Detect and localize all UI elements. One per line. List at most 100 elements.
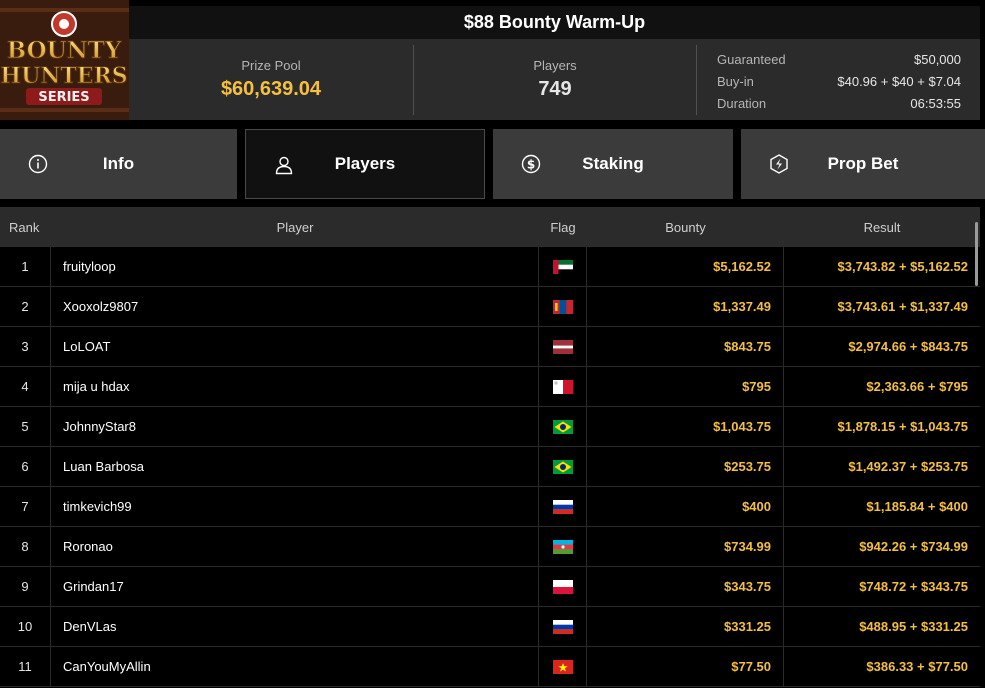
cell-player[interactable]: DenVLas [51,607,539,646]
detail-duration: Duration 06:53:55 [717,93,961,115]
cell-player[interactable]: JohnnyStar8 [51,407,539,446]
cell-bounty: $795 [587,367,784,406]
cell-player[interactable]: LoLOAT [51,327,539,366]
logo-line2: HUNTERS [0,63,127,89]
cell-player[interactable]: CanYouMyAllin [51,647,539,686]
tab-staking[interactable]: $ Staking [493,129,733,199]
header-rank[interactable]: Rank [0,207,51,247]
flag-icon [552,619,573,634]
cell-result: $2,974.66 + $843.75 [848,339,968,354]
cell-result: $1,185.84 + $400 [866,499,968,514]
header-player[interactable]: Player [51,207,539,247]
table-row[interactable]: 6 Luan Barbosa $253.75 $1,492.37 + $253.75 [0,447,980,487]
cell-flag [539,367,587,406]
cell-player[interactable]: fruityloop [51,247,539,286]
detail-key: Buy-in [717,74,754,89]
header-result[interactable]: Result [784,207,980,247]
detail-value: 06:53:55 [910,96,961,111]
user-icon [275,156,293,175]
table-row[interactable]: 2 Xooxolz9807 $1,337.49 $3,743.61 + $1,337.… [0,287,980,327]
table-row[interactable]: 7 timkevich99 $400 $1,185.84 + $400 [0,487,980,527]
tab-info[interactable]: Info [0,129,237,199]
players-table: Rank Player Flag Bounty Result 1 fruitylo… [0,207,980,687]
tournament-title: $88 Bounty Warm-Up [129,6,980,39]
cell-player[interactable]: mija u hdax [51,367,539,406]
cell-rank: 2 [0,287,51,326]
cell-result: $2,363.66 + $795 [866,379,968,394]
table-body: 1 fruityloop $5,162.52 $3,743.82 + $5,162.5… [0,247,980,687]
divider [696,45,697,115]
table-row[interactable]: 10 DenVLas $331.25 $488.95 + $331.25 [0,607,980,647]
table-row[interactable]: 11 CanYouMyAllin $77.50 $386.33 + $77.50 [0,647,980,687]
cell-player[interactable]: Xooxolz9807 [51,287,539,326]
prop-bet-icon [770,154,788,174]
header-bounty[interactable]: Bounty [587,207,784,247]
prize-pool-label: Prize Pool [241,58,301,73]
tournament-stats: Prize Pool $60,639.04 Players 749 Guaran… [129,39,980,120]
flag-icon [552,659,573,674]
cell-result: $748.72 + $343.75 [859,579,968,594]
cell-result: $3,743.82 + $5,162.52 [837,259,968,274]
cell-player[interactable]: Grindan17 [51,567,539,606]
flag-icon [552,299,573,314]
cell-flag [539,407,587,446]
flag-icon [552,459,573,474]
detail-guaranteed: Guaranteed $50,000 [717,49,961,71]
cell-flag [539,447,587,486]
table-row[interactable]: 4 mija u hdax $795 $2,363.66 + $795 [0,367,980,407]
cell-result: $3,743.61 + $1,337.49 [837,299,968,314]
tab-prop-bet[interactable]: Prop Bet [741,129,985,199]
cell-result: $386.33 + $77.50 [866,659,968,674]
cell-bounty: $843.75 [587,327,784,366]
svg-text:$: $ [527,158,535,172]
logo-line1: BOUNTY [7,37,122,64]
cell-flag [539,327,587,366]
cell-rank: 5 [0,407,51,446]
table-header: Rank Player Flag Bounty Result [0,207,980,247]
detail-buy-in: Buy-in $40.96 + $40 + $7.04 [717,71,961,93]
cell-rank: 10 [0,607,51,646]
cell-bounty: $343.75 [587,567,784,606]
cell-player[interactable]: timkevich99 [51,487,539,526]
cell-bounty: $253.75 [587,447,784,486]
table-row[interactable]: 1 fruityloop $5,162.52 $3,743.82 + $5,162.5… [0,247,980,287]
flag-icon [552,339,573,354]
header-flag[interactable]: Flag [539,207,587,247]
cell-result: $942.26 + $734.99 [859,539,968,554]
flag-icon [552,379,573,394]
cell-rank: 1 [0,247,51,286]
cell-player[interactable]: Luan Barbosa [51,447,539,486]
cell-rank: 4 [0,367,51,406]
detail-value: $50,000 [914,52,961,67]
dollar-circle-icon: $ [521,154,541,174]
cell-flag [539,607,587,646]
table-row[interactable]: 9 Grindan17 $343.75 $748.72 + $343.75 [0,567,980,607]
cell-rank: 7 [0,487,51,526]
table-row[interactable]: 5 JohnnyStar8 $1,043.75 $1,878.15 + $1,043.… [0,407,980,447]
cell-rank: 6 [0,447,51,486]
cell-bounty: $77.50 [587,647,784,686]
tab-bar: Info Players $ Staking Prop Bet [0,129,985,199]
cell-rank: 9 [0,567,51,606]
flag-icon [552,419,573,434]
table-row[interactable]: 3 LoLOAT $843.75 $2,974.66 + $843.75 [0,327,980,367]
tournament-details: Guaranteed $50,000 Buy-in $40.96 + $40 +… [717,49,961,115]
cell-rank: 3 [0,327,51,366]
scrollbar[interactable] [975,222,978,286]
cell-player[interactable]: Roronao [51,527,539,566]
prize-pool-value: $60,639.04 [220,78,322,100]
info-icon [28,154,48,174]
detail-key: Duration [717,96,767,111]
cell-bounty: $331.25 [587,607,784,646]
flag-icon [552,499,573,514]
tab-players[interactable]: Players [245,129,485,199]
prize-pool: Prize Pool $60,639.04 [129,39,413,120]
cell-bounty: $5,162.52 [587,247,784,286]
flag-icon [552,259,573,274]
cell-rank: 11 [0,647,51,686]
players-count: Players 749 [414,39,696,120]
bounty-hunters-logo: BOUNTY HUNTERS SERIES [0,0,129,120]
table-row[interactable]: 8 Roronao $734.99 $942.26 + $734.99 [0,527,980,567]
cell-flag [539,487,587,526]
logo-line3: SERIES [38,90,89,105]
